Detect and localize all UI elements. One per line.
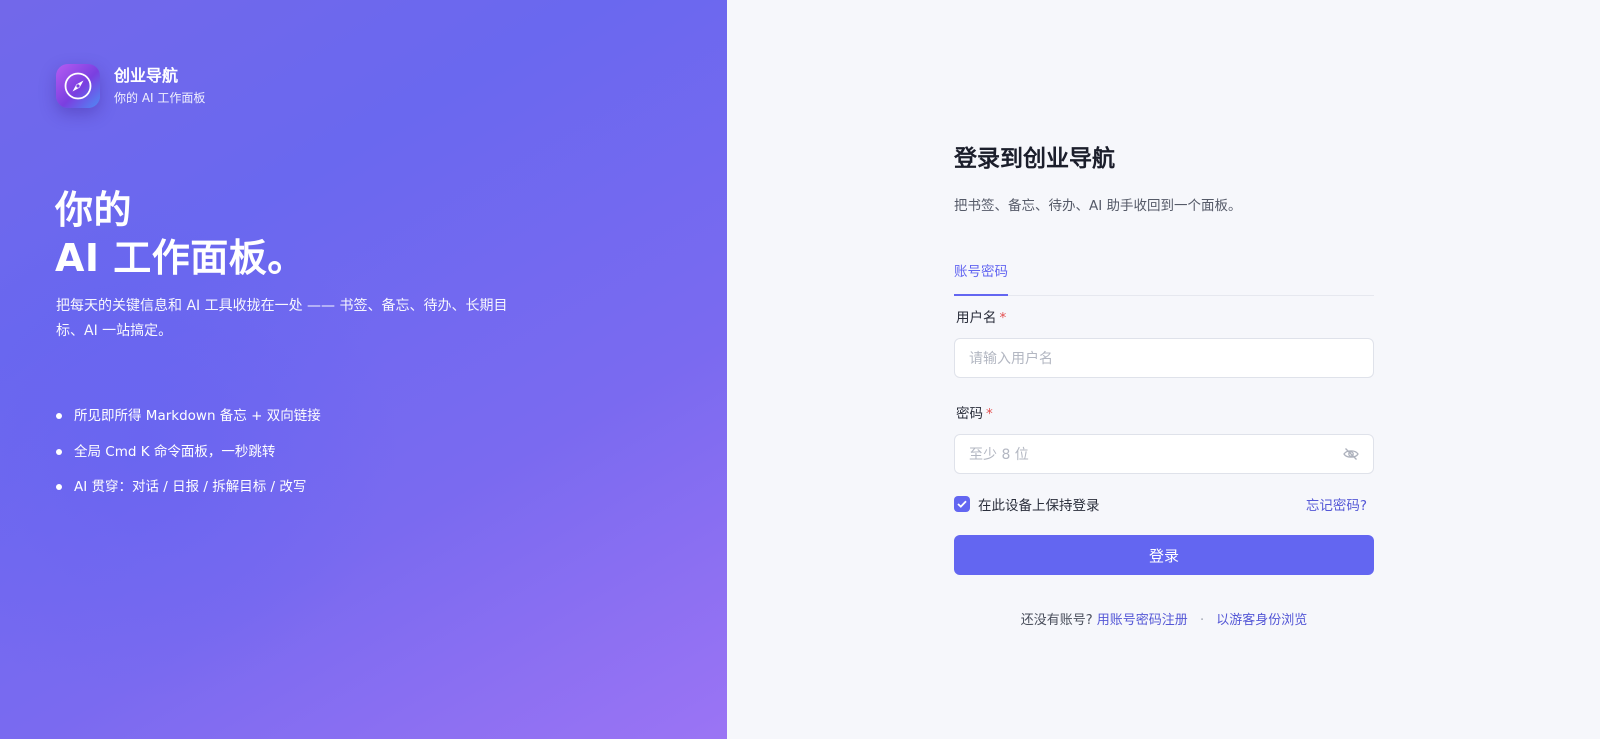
register-link[interactable]: 用账号密码注册 <box>1097 613 1188 628</box>
feature-item: 全局 Cmd K 命令面板，一秒跳转 <box>56 442 321 462</box>
login-form: 登录到创业导航 把书签、备忘、待办、AI 助手收回到一个面板。 账号密码 用户名… <box>954 142 1374 628</box>
feature-item: 所见即所得 Markdown 备忘 + 双向链接 <box>56 406 321 426</box>
feature-list: 所见即所得 Markdown 备忘 + 双向链接 全局 Cmd K 命令面板，一… <box>56 406 321 513</box>
eye-off-icon[interactable] <box>1343 447 1359 465</box>
brand: 创业导航 你的 AI 工作面板 <box>56 64 205 108</box>
username-placeholder: 请输入用户名 <box>969 351 1053 367</box>
login-button[interactable]: 登录 <box>954 535 1374 575</box>
compass-icon <box>56 64 100 108</box>
login-panel: 登录到创业导航 把书签、备忘、待办、AI 助手收回到一个面板。 账号密码 用户名… <box>727 0 1600 739</box>
bullet-dot <box>56 413 62 419</box>
brand-tagline: 你的 AI 工作面板 <box>114 91 206 105</box>
forgot-password-link[interactable]: 忘记密码? <box>1306 494 1367 514</box>
login-tabs: 账号密码 <box>954 262 1374 296</box>
register-prompt: 还没有账号? 用账号密码注册 · 以游客身份浏览 <box>954 609 1374 628</box>
guest-browse-link[interactable]: 以游客身份浏览 <box>1216 613 1307 628</box>
bullet-dot <box>56 484 62 490</box>
password-label: 密码 * <box>956 404 1374 424</box>
hero-headline-line2: AI 工作面板。 <box>55 236 306 280</box>
tab-password-login[interactable]: 账号密码 <box>954 262 1008 296</box>
feature-text: 全局 Cmd K 命令面板，一秒跳转 <box>74 443 276 460</box>
login-options: 在此设备上保持登录 忘记密码? <box>954 494 1374 514</box>
password-label-text: 密码 <box>956 406 983 422</box>
brand-name: 创业导航 <box>114 66 179 85</box>
remember-label: 在此设备上保持登录 <box>978 498 1100 514</box>
username-label: 用户名 * <box>956 308 1374 328</box>
required-mark: * <box>986 406 993 422</box>
bullet-dot <box>56 448 62 455</box>
password-input[interactable]: 至少 8 位 <box>954 434 1374 474</box>
required-mark: * <box>999 310 1007 326</box>
form-title: 登录到创业导航 <box>954 146 1115 172</box>
username-label-text: 用户名 <box>956 310 997 326</box>
feature-text: 所见即所得 Markdown 备忘 + 双向链接 <box>74 408 321 424</box>
check-icon[interactable] <box>954 496 970 512</box>
no-account-text: 还没有账号? <box>1020 613 1093 628</box>
hero-panel: 创业导航 你的 AI 工作面板 你的 AI 工作面板。 把每天的关键信息和 AI… <box>0 0 727 739</box>
remember-me[interactable]: 在此设备上保持登录 <box>954 494 1100 514</box>
feature-item: AI 贯穿：对话 / 日报 / 拆解目标 / 改写 <box>56 477 321 497</box>
separator: · <box>1199 613 1205 628</box>
hero-headline-line1: 你的 <box>55 188 133 232</box>
hero-headline: 你的 AI 工作面板。 <box>55 186 306 282</box>
form-subtitle: 把书签、备忘、待办、AI 助手收回到一个面板。 <box>954 198 1242 214</box>
feature-text: AI 贯穿：对话 / 日报 / 拆解目标 / 改写 <box>74 479 307 495</box>
password-placeholder: 至少 8 位 <box>969 447 1029 463</box>
hero-intro: 把每天的关键信息和 AI 工具收拢在一处 —— 书签、备忘、待办、长期目标、AI… <box>56 298 508 339</box>
username-input[interactable]: 请输入用户名 <box>954 338 1374 378</box>
